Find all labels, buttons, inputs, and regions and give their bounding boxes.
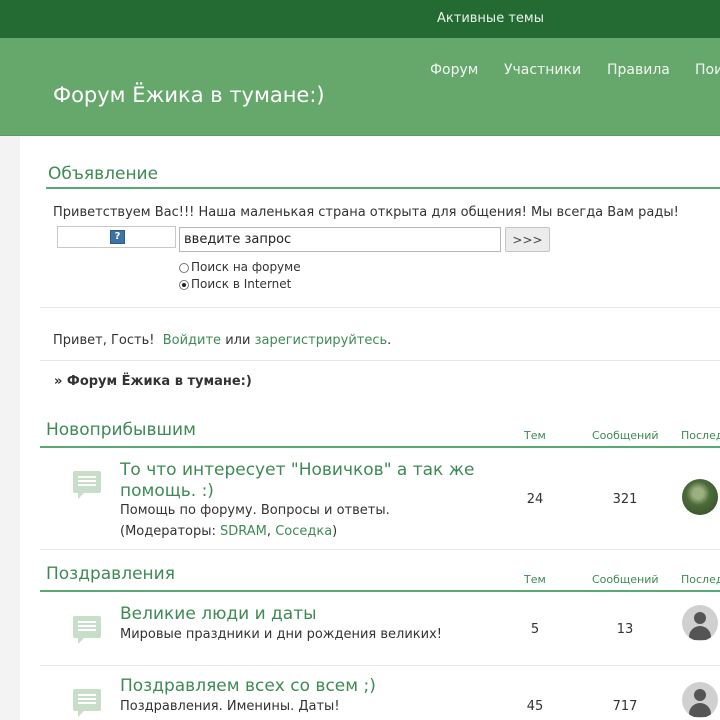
post-count: 321 xyxy=(612,492,638,507)
category-divider xyxy=(40,590,720,592)
moderator-link[interactable]: Соседка xyxy=(275,524,332,539)
radio-forum-icon[interactable] xyxy=(179,263,189,273)
forum-description: Помощь по форуму. Вопросы и ответы. xyxy=(120,503,390,518)
search-input[interactable] xyxy=(179,227,501,252)
search-button[interactable]: >>> xyxy=(505,227,550,252)
main-content: Объявление Приветствуем Вас!!! Наша мале… xyxy=(20,136,720,720)
col-topics: Тем xyxy=(524,429,546,442)
radio-search-internet[interactable]: Поиск в Internet xyxy=(179,277,291,291)
forum-title[interactable]: Великие люди и даты xyxy=(120,604,317,625)
radio-internet-icon[interactable] xyxy=(179,280,189,290)
col-last: Послед xyxy=(681,429,720,442)
col-last: Послед xyxy=(681,573,720,586)
register-link[interactable]: зарегистрируйтесь xyxy=(255,333,388,348)
category-title[interactable]: Поздравления xyxy=(46,564,175,584)
divider xyxy=(40,307,720,308)
nav-rules[interactable]: Правила xyxy=(607,62,670,78)
site-header: Форум Участники Правила Пои Форум Ёжика … xyxy=(0,38,720,136)
post-count: 13 xyxy=(616,622,634,637)
topic-count: 24 xyxy=(526,492,544,507)
guest-greeting: Привет, Гость! Войдите или зарегистрируй… xyxy=(53,333,392,348)
category-title[interactable]: Новоприбывшим xyxy=(46,420,196,440)
forum-icon xyxy=(73,616,101,644)
forum-icon xyxy=(73,689,101,717)
login-link[interactable]: Войдите xyxy=(163,333,221,348)
nav-forum[interactable]: Форум xyxy=(430,62,478,78)
nav-members[interactable]: Участники xyxy=(504,62,581,78)
forum-description: Поздравления. Именины. Даты! xyxy=(120,699,340,714)
topic-count: 45 xyxy=(526,699,544,714)
category-divider xyxy=(40,446,720,448)
nav-search[interactable]: Пои xyxy=(695,62,720,78)
divider xyxy=(40,360,720,361)
radio-search-forum[interactable]: Поиск на форуме xyxy=(179,260,301,274)
topic-count: 5 xyxy=(530,622,540,637)
announcement-divider xyxy=(46,187,720,189)
col-posts: Сообщений xyxy=(592,573,659,586)
announcement-text: Приветствуем Вас!!! Наша маленькая стран… xyxy=(53,205,679,220)
top-bar: Активные темы xyxy=(0,0,720,38)
announcement-title: Объявление xyxy=(48,164,159,184)
divider xyxy=(40,549,720,550)
col-topics: Тем xyxy=(524,573,546,586)
avatar[interactable] xyxy=(682,682,718,718)
forum-title[interactable]: То что интересует "Новичков" а так же по… xyxy=(120,460,500,502)
divider xyxy=(40,665,720,666)
forum-moderators: (Модераторы: SDRAM, Соседка) xyxy=(120,524,338,539)
col-posts: Сообщений xyxy=(592,429,659,442)
forum-description: Мировые праздники и дни рождения великих… xyxy=(120,627,443,642)
avatar[interactable] xyxy=(682,479,718,515)
moderator-link[interactable]: SDRAM xyxy=(220,524,267,539)
help-icon[interactable]: ? xyxy=(110,230,125,244)
site-title[interactable]: Форум Ёжика в тумане:) xyxy=(53,83,325,107)
active-topics-link[interactable]: Активные темы xyxy=(437,11,544,26)
forum-title[interactable]: Поздравляем всех со всем ;) xyxy=(120,676,376,697)
breadcrumb[interactable]: » Форум Ёжика в тумане:) xyxy=(54,374,252,389)
search-logo-box: ? xyxy=(57,226,176,248)
post-count: 717 xyxy=(612,699,638,714)
avatar[interactable] xyxy=(682,605,718,641)
forum-icon xyxy=(73,471,101,499)
